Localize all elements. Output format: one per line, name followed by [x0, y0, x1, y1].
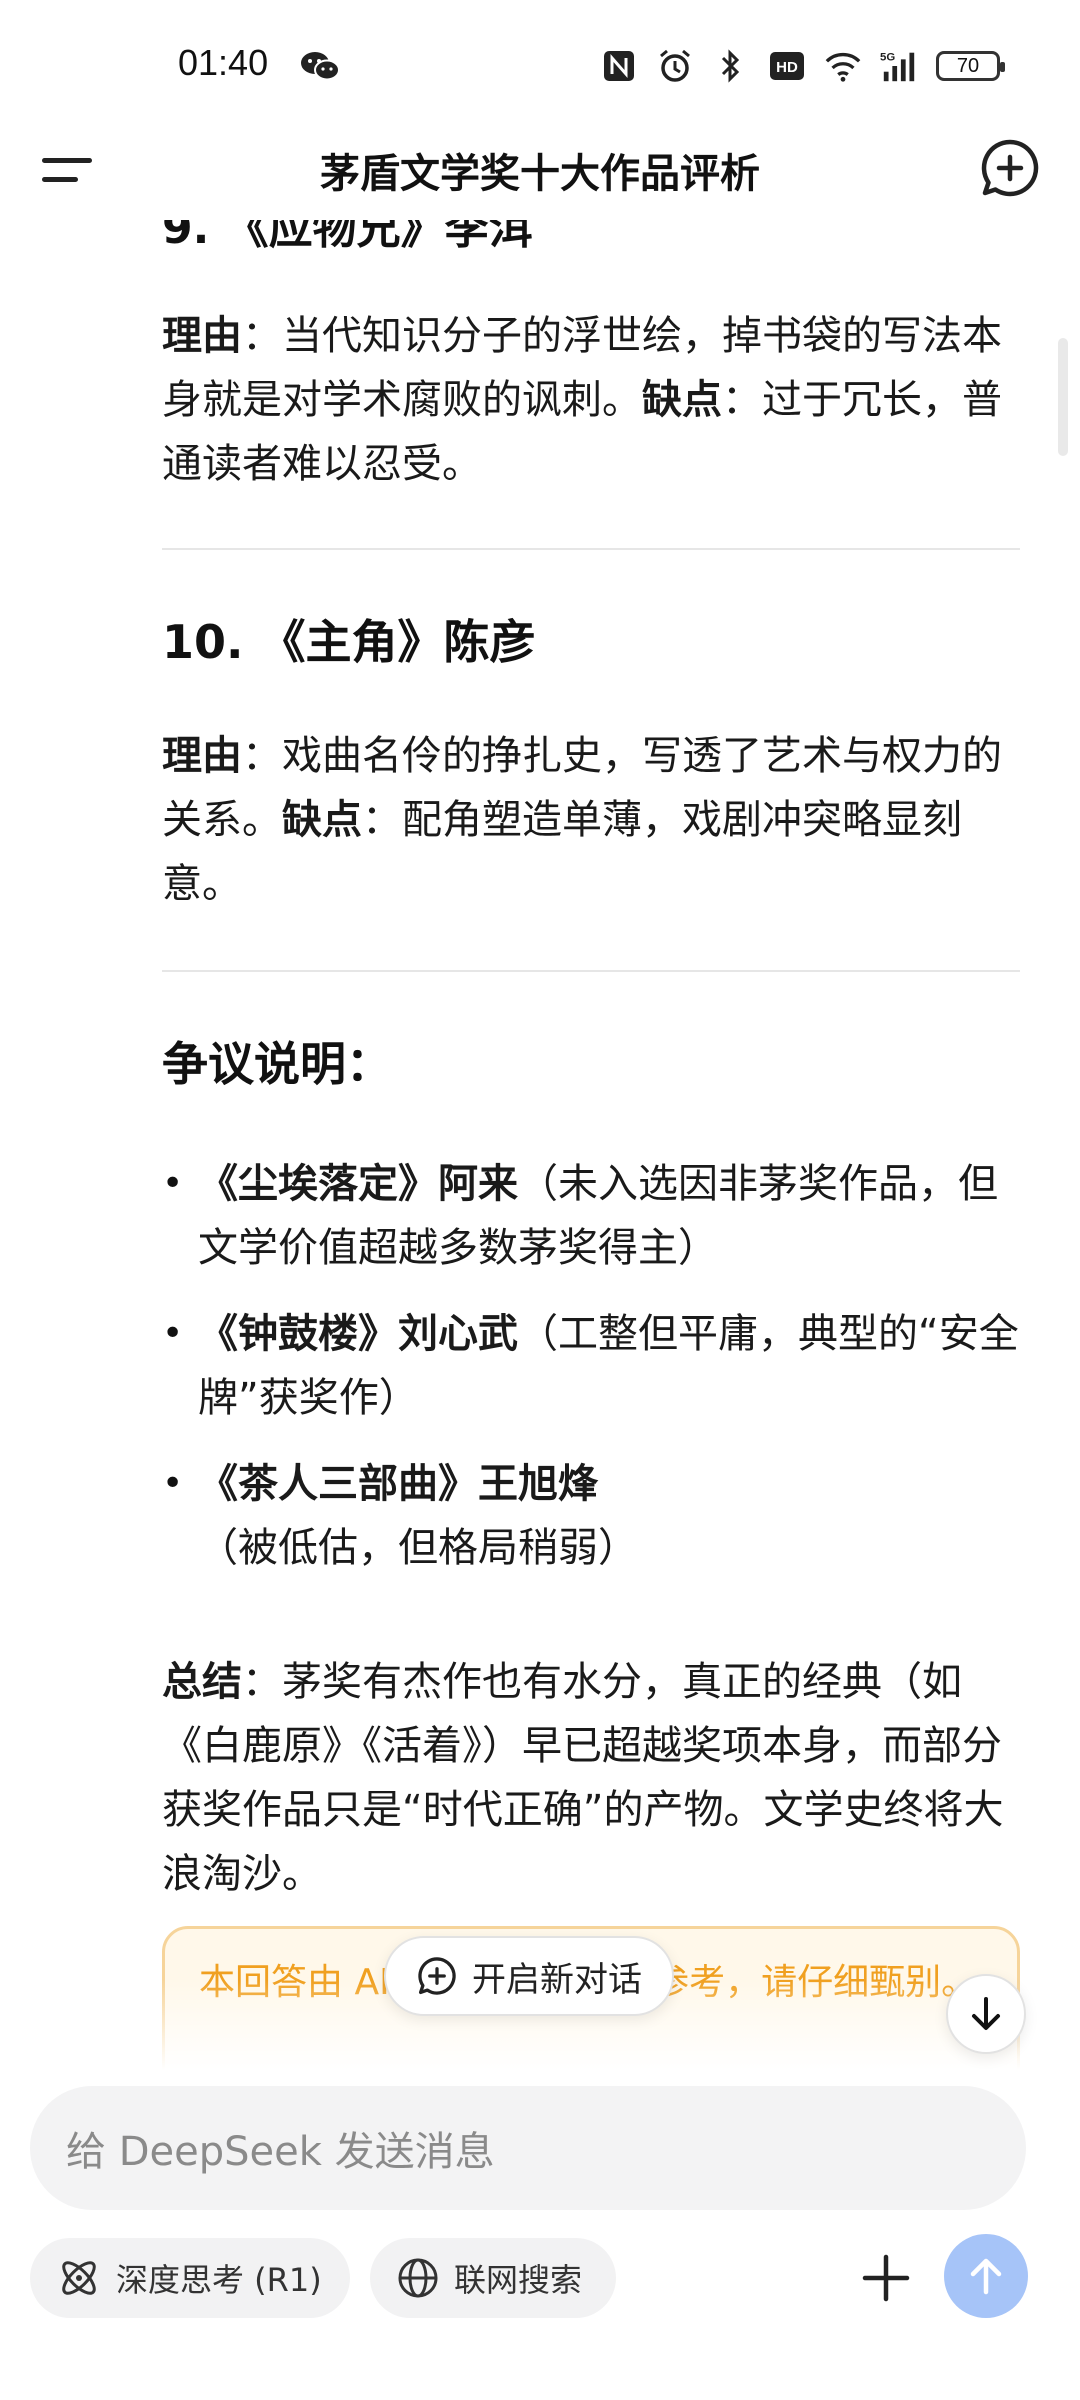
status-time: 01:40: [178, 42, 269, 83]
summary: 总结：茅奖有杰作也有水分，真正的经典（如《白鹿原》《活着》）早已超越奖项本身，而…: [162, 1650, 1020, 1906]
controversy-list: 《尘埃落定》阿来（未入选因非茅奖作品，但文学价值超越多数茅奖得主） 《钟鼓楼》刘…: [162, 1152, 1020, 1602]
wifi-icon: [824, 47, 862, 85]
summary-label: 总结: [162, 1659, 242, 1705]
status-bar: 01:40 HD 5G 70: [0, 0, 1080, 130]
flaw-label: 缺点: [282, 797, 362, 843]
wechat-icon: [300, 48, 340, 84]
web-search-label: 联网搜索: [454, 2261, 583, 2299]
reason-label: 理由: [162, 733, 242, 779]
new-chat-icon: [418, 1957, 456, 1995]
top-app-bar: 茅盾文学奖十大作品评析: [0, 120, 1080, 220]
summary-text: ：茅奖有杰作也有水分，真正的经典（如《白鹿原》《活着》）早已超越奖项本身，而部分…: [162, 1659, 1004, 1897]
scroll-to-bottom-button[interactable]: [946, 1974, 1026, 2054]
divider: [162, 970, 1020, 972]
list-item: 《钟鼓楼》刘心武（工整但平庸，典型的“安全牌”获奖作）: [162, 1302, 1020, 1430]
web-search-toggle[interactable]: 联网搜索: [370, 2238, 616, 2318]
message-input[interactable]: 给 DeepSeek 发送消息: [30, 2086, 1026, 2210]
signal-5g-icon: 5G: [880, 47, 918, 85]
arrow-up-icon: [970, 2258, 1002, 2295]
svg-text:5G: 5G: [880, 51, 895, 63]
bluetooth-icon: [712, 47, 750, 85]
battery-level: 70: [956, 54, 980, 77]
bullet-title: 《尘埃落定》阿来: [198, 1161, 518, 1207]
message-placeholder: 给 DeepSeek 发送消息: [66, 2129, 495, 2175]
arrow-down-icon: [972, 1997, 1000, 2030]
list-item: 《茶人三部曲》王旭烽 （被低估，但格局稍弱）: [162, 1452, 1020, 1580]
list-item: 《尘埃落定》阿来（未入选因非茅奖作品，但文学价值超越多数茅奖得主）: [162, 1152, 1020, 1280]
flaw-label: 缺点: [642, 377, 722, 423]
bullet-text: （被低估，但格局稍弱）: [198, 1525, 638, 1571]
attach-plus-icon[interactable]: [852, 2244, 920, 2312]
new-chat-label: 开启新对话: [472, 1959, 642, 2000]
chat-content[interactable]: 9. 《应物兄》李洱 理由：当代知识分子的浮世绘，掉书袋的写法本身就是对学术腐败…: [0, 220, 1080, 2070]
item-10-body: 理由：戏曲名伶的挣扎史，写透了艺术与权力的关系。缺点：配角塑造单薄，戏剧冲突略显…: [162, 724, 1020, 916]
divider: [162, 548, 1020, 550]
status-icons: HD 5G 70: [600, 44, 1005, 88]
send-button[interactable]: [944, 2234, 1028, 2318]
bullet-title: 《钟鼓楼》刘心武: [198, 1311, 518, 1357]
new-chat-icon[interactable]: [978, 136, 1042, 200]
item-heading-9: 9. 《应物兄》李洱: [162, 220, 533, 254]
new-chat-button[interactable]: 开启新对话: [384, 1936, 674, 2016]
svg-text:HD: HD: [776, 59, 798, 76]
item-9-body: 理由：当代知识分子的浮世绘，掉书袋的写法本身就是对学术腐败的讽刺。缺点：过于冗长…: [162, 304, 1020, 496]
page-title: 茅盾文学奖十大作品评析: [320, 151, 760, 197]
nfc-icon: [600, 47, 638, 85]
hd-icon: HD: [768, 47, 806, 85]
battery-icon: 70: [936, 51, 1005, 81]
atom-icon: [62, 2261, 96, 2295]
bullet-title: 《茶人三部曲》王旭烽: [198, 1461, 598, 1507]
reason-label: 理由: [162, 313, 242, 359]
scrollbar[interactable]: [1058, 338, 1068, 456]
screen: 01:40 HD 5G 70 茅盾文学奖十大作品评析 9. 《应物兄》李洱 理由…: [0, 0, 1080, 2400]
deep-think-toggle[interactable]: 深度思考 (R1): [30, 2238, 350, 2318]
controversy-heading: 争议说明：: [162, 1037, 392, 1091]
alarm-icon: [656, 47, 694, 85]
globe-icon: [398, 2258, 438, 2298]
item-heading-10: 10. 《主角》陈彦: [162, 615, 536, 669]
deep-think-label: 深度思考 (R1): [116, 2261, 322, 2299]
